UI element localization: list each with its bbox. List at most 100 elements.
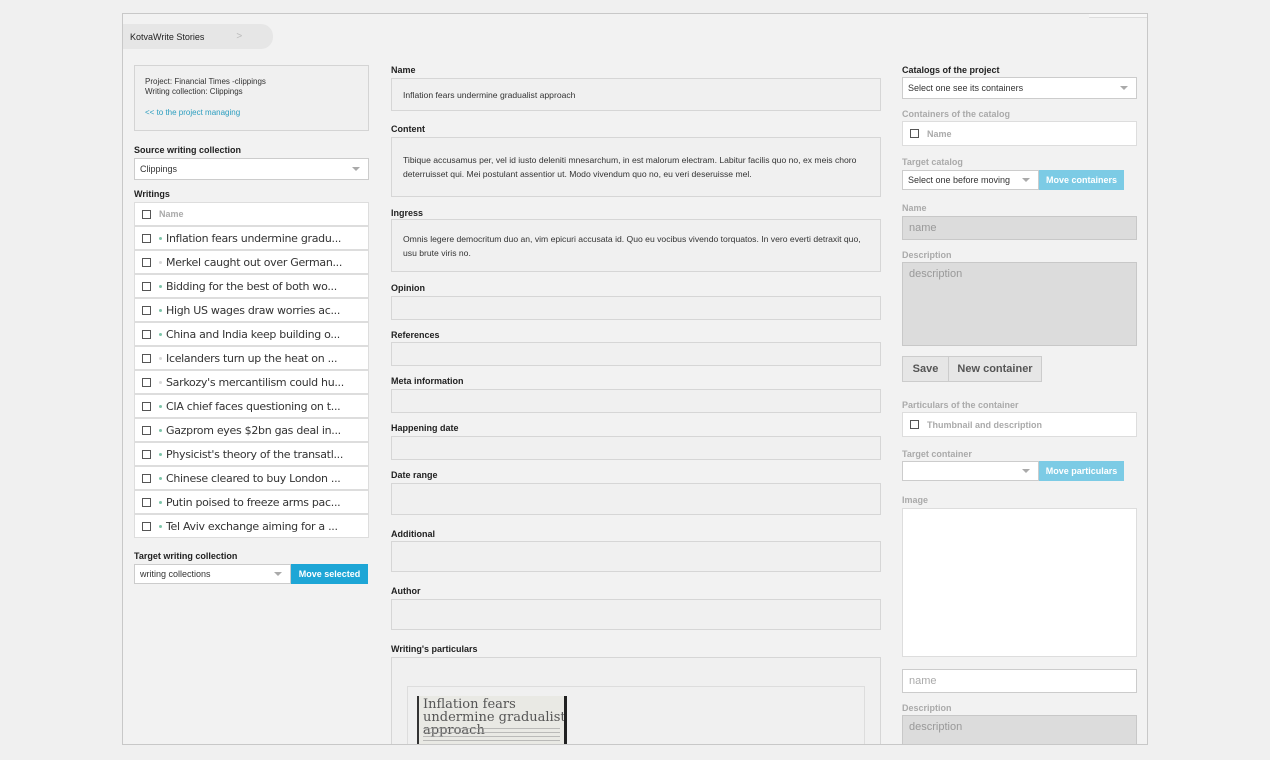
row-checkbox[interactable] (142, 425, 151, 435)
target-collection-value: writing collections (140, 569, 211, 579)
clipping-thumbnail[interactable]: Inflation fears undermine gradualist app… (417, 696, 567, 744)
top-decoration (1089, 14, 1147, 18)
container-description-label: Description (902, 250, 952, 260)
references-field[interactable] (391, 342, 881, 366)
breadcrumb[interactable]: KotvaWrite Stories > (123, 24, 273, 49)
breadcrumb-app-name[interactable]: KotvaWrite Stories (130, 32, 204, 42)
target-container-select[interactable] (902, 461, 1039, 481)
particular-description-input[interactable]: description (902, 715, 1137, 744)
list-item-label: High US wages draw worries ac... (166, 303, 341, 317)
target-catalog-value: Select one before moving (908, 175, 1011, 185)
status-dot-icon (159, 236, 162, 240)
row-checkbox[interactable] (142, 401, 151, 411)
collection-line: Writing collection: Clippings (145, 87, 243, 96)
list-item-label: Physicist's theory of the transatl... (166, 447, 344, 461)
catalogs-label: Catalogs of the project (902, 65, 1000, 75)
list-item[interactable]: CIA chief faces questioning on t... (134, 394, 369, 418)
list-item[interactable]: Sarkozy's mercantilism could hu... (134, 370, 369, 394)
row-checkbox[interactable] (142, 233, 151, 243)
list-item-label: CIA chief faces questioning on t... (166, 399, 341, 413)
move-selected-button[interactable]: Move selected (291, 564, 368, 584)
list-item[interactable]: Merkel caught out over German... (134, 250, 369, 274)
particulars-select-all-checkbox[interactable] (910, 420, 919, 429)
status-dot-icon (159, 524, 162, 528)
status-dot-icon (159, 428, 162, 432)
list-item-label: Tel Aviv exchange aiming for a ... (166, 519, 338, 533)
chevron-down-icon (1022, 469, 1030, 473)
date-range-field[interactable] (391, 483, 881, 515)
content-value: Tibique accusamus per, vel id iusto dele… (403, 155, 857, 179)
references-label: References (391, 330, 440, 340)
list-item[interactable]: Tel Aviv exchange aiming for a ... (134, 514, 369, 538)
container-description-input[interactable]: description (902, 262, 1137, 346)
writings-particulars-label: Writing's particulars (391, 644, 478, 654)
additional-label: Additional (391, 529, 435, 539)
chevron-right-icon: > (236, 31, 243, 42)
status-dot-icon (159, 332, 162, 336)
row-checkbox[interactable] (142, 281, 151, 291)
containers-name-header: Name (927, 128, 952, 139)
list-item[interactable]: Gazprom eyes $2bn gas deal in... (134, 418, 369, 442)
content-label: Content (391, 124, 425, 134)
list-item-label: China and India keep building o... (166, 327, 340, 341)
target-collection-select[interactable]: writing collections (134, 564, 291, 584)
catalogs-value: Select one see its containers (908, 83, 1024, 93)
containers-list-header: Name (902, 121, 1137, 146)
project-line: Project: Financial Times -clippings (145, 77, 266, 86)
content-field[interactable]: Tibique accusamus per, vel id iusto dele… (391, 137, 881, 197)
row-checkbox[interactable] (142, 353, 151, 363)
author-field[interactable] (391, 599, 881, 630)
row-checkbox[interactable] (142, 329, 151, 339)
row-checkbox[interactable] (142, 449, 151, 459)
list-item[interactable]: Bidding for the best of both wo... (134, 274, 369, 298)
select-all-checkbox[interactable] (142, 209, 151, 219)
container-name-input[interactable]: name (902, 216, 1137, 240)
chevron-down-icon (1120, 86, 1128, 90)
source-collection-value: Clippings (140, 164, 178, 174)
name-field[interactable]: Inflation fears undermine gradualist app… (391, 78, 881, 111)
row-checkbox[interactable] (142, 497, 151, 507)
row-checkbox[interactable] (142, 377, 151, 387)
particular-name-input[interactable]: name (902, 669, 1137, 693)
row-checkbox[interactable] (142, 305, 151, 315)
meta-information-label: Meta information (391, 376, 464, 386)
move-containers-button[interactable]: Move containers (1039, 170, 1124, 190)
list-item-label: Inflation fears undermine gradu... (166, 231, 342, 245)
meta-information-field[interactable] (391, 389, 881, 413)
move-particulars-button[interactable]: Move particulars (1039, 461, 1124, 481)
app-window: KotvaWrite Stories > Project: Financial … (122, 13, 1148, 745)
source-collection-label: Source writing collection (134, 145, 242, 155)
status-dot-icon (159, 476, 162, 480)
additional-field[interactable] (391, 541, 881, 572)
opinion-field[interactable] (391, 296, 881, 320)
project-info-box: Project: Financial Times -clippings Writ… (134, 65, 369, 131)
source-collection-select[interactable]: Clippings (134, 158, 369, 180)
happening-date-field[interactable] (391, 436, 881, 460)
ingress-value: Omnis legere democritum duo an, vim epic… (403, 233, 861, 258)
list-item[interactable]: Physicist's theory of the transatl... (134, 442, 369, 466)
new-container-button[interactable]: New container (948, 356, 1042, 382)
list-item[interactable]: Inflation fears undermine gradu... (134, 226, 369, 250)
list-item[interactable]: Putin poised to freeze arms pac... (134, 490, 369, 514)
list-item[interactable]: Chinese cleared to buy London ... (134, 466, 369, 490)
list-item[interactable]: Icelanders turn up the heat on ... (134, 346, 369, 370)
ingress-field[interactable]: Omnis legere democritum duo an, vim epic… (391, 219, 881, 272)
row-checkbox[interactable] (142, 473, 151, 483)
row-checkbox[interactable] (142, 521, 151, 531)
chevron-down-icon (274, 572, 282, 576)
image-dropzone[interactable] (902, 508, 1137, 657)
row-checkbox[interactable] (142, 257, 151, 267)
list-item[interactable]: China and India keep building o... (134, 322, 369, 346)
target-container-label: Target container (902, 449, 972, 459)
target-catalog-select[interactable]: Select one before moving (902, 170, 1039, 190)
containers-select-all-checkbox[interactable] (910, 129, 919, 138)
catalogs-select[interactable]: Select one see its containers (902, 77, 1137, 99)
target-catalog-label: Target catalog (902, 157, 963, 167)
list-item[interactable]: High US wages draw worries ac... (134, 298, 369, 322)
save-button[interactable]: Save (902, 356, 949, 382)
list-item-label: Icelanders turn up the heat on ... (166, 351, 338, 365)
chevron-down-icon (352, 167, 360, 171)
project-managing-link[interactable]: << to the project managing (145, 108, 358, 118)
image-label: Image (902, 495, 929, 505)
list-item-label: Merkel caught out over German... (166, 255, 343, 269)
